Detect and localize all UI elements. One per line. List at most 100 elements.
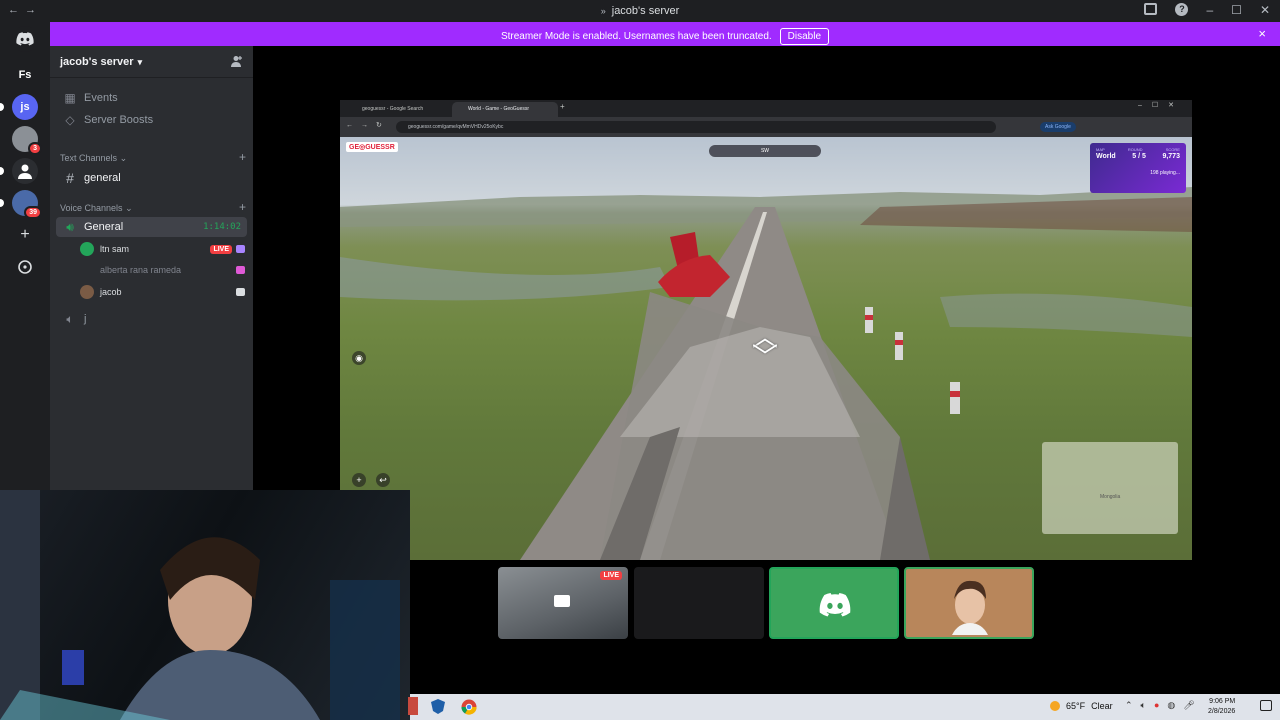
participant-tile-discord[interactable] bbox=[769, 567, 899, 639]
compass[interactable]: SW bbox=[709, 145, 821, 157]
window-controls: ? – ☐ ✕ bbox=[1144, 3, 1270, 17]
chevron-up-icon[interactable]: ⌃ bbox=[1125, 700, 1133, 711]
notification-icon[interactable] bbox=[1260, 700, 1272, 711]
voice-channel-locked[interactable]: 🔈︎ j bbox=[56, 309, 247, 329]
temperature: 65°F bbox=[1066, 701, 1086, 711]
disable-button[interactable]: Disable bbox=[779, 28, 830, 45]
browser-window-controls[interactable]: –☐✕ bbox=[1138, 101, 1184, 109]
speaker-icon: 🔊︎ bbox=[66, 219, 74, 234]
server-39[interactable]: 39 bbox=[12, 190, 42, 219]
score-value: 9,773 bbox=[1162, 153, 1180, 160]
channel-sidebar: jacob's server ▾ ▦ Events ◇ Server Boosts T… bbox=[50, 46, 253, 490]
add-channel-icon[interactable]: + bbox=[239, 200, 246, 214]
discord-logo-icon bbox=[819, 593, 851, 617]
help-icon[interactable]: ? bbox=[1175, 3, 1189, 16]
street-view[interactable]: GE◎GUESSR SW MAP ROUND SCORE World 5 / 5 9,7… bbox=[340, 137, 1192, 560]
browser-tab[interactable]: geoguessr - Google Search bbox=[346, 102, 452, 117]
call-timer: 1:14:02 bbox=[203, 222, 241, 232]
participant-tile-stream[interactable]: LIVE bbox=[498, 567, 628, 639]
record-icon[interactable]: ● bbox=[1154, 700, 1159, 711]
locked-speaker-icon: 🔈︎ bbox=[66, 311, 74, 326]
discover-icon[interactable] bbox=[12, 254, 38, 280]
undo-icon[interactable]: ↩ bbox=[376, 473, 390, 487]
guess-minimap[interactable]: Mongolia bbox=[1042, 442, 1178, 534]
server-rail: Fs js 3 39 + bbox=[0, 22, 50, 490]
browser-address-bar: ←→↻ geoguessr.com/game/qvMmVHDv25oKybc A… bbox=[340, 117, 1192, 137]
unread-pill bbox=[0, 167, 4, 175]
title-bar: ←→ » jacob's server ? – ☐ ✕ bbox=[0, 0, 1280, 22]
streamer-mode-banner: Streamer Mode is enabled. Usernames have… bbox=[50, 22, 1280, 46]
hashtag-icon: # bbox=[66, 170, 74, 186]
discord-home-icon[interactable] bbox=[12, 26, 38, 52]
voice-channels-category[interactable]: Voice Channels ⌄ + bbox=[60, 200, 246, 214]
weather-widget[interactable]: 65°F Clear bbox=[1050, 701, 1113, 711]
stream-video[interactable]: geoguessr - Google Search World - Game -… bbox=[340, 100, 1192, 560]
mic-icon[interactable]: 🎤︎ bbox=[1183, 700, 1194, 711]
app-shield-icon[interactable] bbox=[430, 699, 446, 714]
taskbar-app-icon[interactable] bbox=[408, 697, 418, 715]
voice-user[interactable]: jacob bbox=[80, 282, 245, 302]
server-3[interactable]: 3 bbox=[12, 126, 42, 155]
unread-pill bbox=[0, 103, 4, 111]
zoom-in-icon[interactable]: + bbox=[352, 473, 366, 487]
geoguessr-logo: GE◎GUESSR bbox=[346, 142, 398, 152]
move-arrows[interactable]: ︿ ﹀ bbox=[750, 324, 780, 370]
taskbar: 65°F Clear ⌃ 🔈︎ ● ◍ 🎤︎ 9:06 PM 2/8/2026 bbox=[408, 694, 1280, 720]
chevron-down-icon: ⌄ bbox=[125, 203, 133, 213]
players-count: 198 playing... bbox=[1150, 170, 1180, 176]
close-icon[interactable]: × bbox=[1258, 26, 1266, 41]
activity-icon bbox=[236, 288, 245, 296]
taskbar-clock[interactable]: 9:06 PM 2/8/2026 bbox=[1208, 697, 1235, 717]
minimize-icon[interactable]: – bbox=[1206, 3, 1213, 17]
server-js[interactable]: js bbox=[12, 94, 38, 120]
window-title: » jacob's server bbox=[600, 5, 680, 17]
system-tray: ⌃ 🔈︎ ● ◍ 🎤︎ bbox=[1125, 700, 1195, 711]
weather-condition: Clear bbox=[1091, 701, 1113, 711]
avatar bbox=[80, 285, 94, 299]
speaker-icon[interactable]: 🔈︎ bbox=[1141, 700, 1146, 711]
live-badge: LIVE bbox=[600, 571, 622, 580]
invite-icon[interactable] bbox=[231, 55, 243, 70]
score-panel: MAP ROUND SCORE World 5 / 5 9,773 198 playin… bbox=[1090, 143, 1186, 193]
participant-tile-blank[interactable] bbox=[634, 567, 764, 639]
boost-icon: ◇ bbox=[65, 113, 75, 127]
add-server-icon[interactable]: + bbox=[12, 222, 38, 248]
ask-google-button[interactable]: Ask Google bbox=[1040, 122, 1076, 132]
map-name: World bbox=[1096, 153, 1116, 160]
round-value: 5 / 5 bbox=[1132, 153, 1146, 160]
browser-nav-icons[interactable]: ←→↻ bbox=[346, 121, 390, 129]
unread-pill bbox=[0, 199, 4, 207]
new-tab-icon[interactable]: + bbox=[560, 102, 565, 111]
network-icon[interactable]: ◍ bbox=[1167, 700, 1175, 711]
banner-message: Streamer Mode is enabled. Usernames have… bbox=[500, 31, 772, 42]
server-fs[interactable]: Fs bbox=[12, 62, 38, 88]
activity-icon bbox=[236, 245, 245, 253]
participant-tile-jacob[interactable] bbox=[904, 567, 1034, 639]
screen-share-icon bbox=[554, 595, 570, 607]
add-channel-icon[interactable]: + bbox=[239, 150, 246, 164]
live-badge: LIVE bbox=[210, 244, 232, 254]
server-boosts-item[interactable]: ◇ Server Boosts bbox=[56, 110, 247, 130]
channel-general[interactable]: # general bbox=[56, 168, 247, 188]
chevron-down-icon: ⌄ bbox=[119, 153, 128, 163]
participant-avatar bbox=[952, 580, 988, 635]
calendar-icon: ▦ bbox=[64, 91, 76, 105]
voice-user[interactable]: ltn sam LIVE bbox=[80, 239, 245, 259]
avatar bbox=[80, 263, 94, 277]
voice-channel-general[interactable]: 🔊︎ General 1:14:02 bbox=[56, 217, 247, 237]
chrome-icon[interactable] bbox=[461, 699, 477, 715]
maximize-icon[interactable]: ☐ bbox=[1231, 3, 1242, 17]
chevron-down-icon: ▾ bbox=[137, 57, 143, 67]
url-field[interactable]: geoguessr.com/game/qvMmVHDv25oKybc bbox=[396, 121, 996, 133]
inbox-icon[interactable] bbox=[1144, 3, 1158, 15]
webcam-overlay bbox=[0, 490, 410, 720]
close-window-icon[interactable]: ✕ bbox=[1260, 3, 1270, 17]
webcam-feed bbox=[0, 490, 400, 720]
server-header[interactable]: jacob's server ▾ bbox=[50, 46, 253, 78]
browser-tab[interactable]: World - Game - GeoGuessr bbox=[452, 102, 558, 117]
location-pin-icon[interactable]: ◉ bbox=[352, 351, 366, 365]
voice-user[interactable]: alberta rana rameda bbox=[80, 260, 245, 280]
events-item[interactable]: ▦ Events bbox=[56, 88, 247, 108]
text-channels-category[interactable]: Text Channels ⌄ + bbox=[60, 150, 246, 164]
server-user[interactable] bbox=[12, 158, 38, 184]
